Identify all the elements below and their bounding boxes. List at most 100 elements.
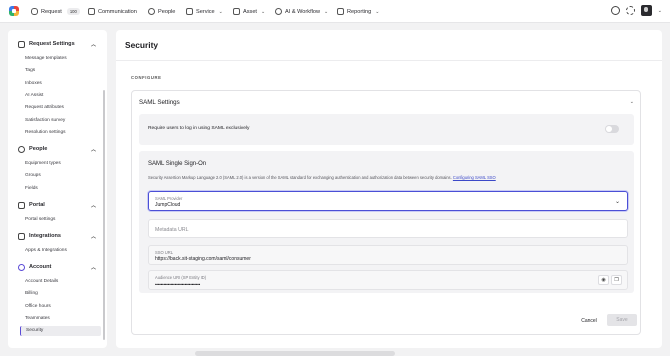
megaphone-icon: [88, 8, 95, 15]
metadata-url-input[interactable]: Metadata URL: [148, 219, 628, 238]
top-right-actions: ⌄: [610, 5, 662, 16]
sidebar-item-office-hours[interactable]: Office hours: [25, 303, 51, 311]
eye-icon[interactable]: ◉: [598, 275, 609, 285]
gear-icon[interactable]: [625, 6, 635, 15]
copy-icon[interactable]: ❐: [611, 275, 622, 285]
nav-service[interactable]: Service ⌄: [186, 0, 223, 23]
chevron-up-icon: ︿: [90, 41, 96, 48]
require-saml-row: Require users to log in using SAML exclu…: [139, 114, 634, 145]
sidebar-item-account-details[interactable]: Account Details: [25, 278, 58, 286]
sidebar-item-message-templates[interactable]: Message templates: [25, 55, 67, 63]
saml-provider-select[interactable]: SAML Provider JumpCloud ⌄: [148, 191, 628, 211]
sidebar-section-account[interactable]: Account ︿: [18, 261, 96, 273]
nav-communication-label: Communication: [98, 8, 137, 15]
sidebar-section-title: Account: [29, 264, 52, 270]
require-saml-label: Require users to log in using SAML exclu…: [148, 126, 250, 131]
chevron-up-icon: ︿: [90, 146, 96, 153]
chevron-down-icon: ⌄: [614, 199, 620, 205]
audience-uri-actions: ◉ ❐: [598, 275, 622, 285]
sidebar-section-people[interactable]: People ︿: [18, 143, 96, 155]
saml-sso-panel: SAML Single Sign-On Security Assertion M…: [139, 151, 634, 293]
cancel-button[interactable]: Cancel: [577, 315, 601, 326]
sidebar-item-ai-assist[interactable]: AI Assist: [25, 92, 43, 100]
gear-icon: [18, 263, 25, 271]
sidebar-item-resolution-settings[interactable]: Resolution settings: [25, 129, 66, 137]
sidebar-section-integrations[interactable]: Integrations ︿: [18, 230, 96, 242]
nav-ai-workflow-label: AI & Workflow: [285, 8, 321, 15]
sidebar-item-security[interactable]: Security: [20, 326, 101, 336]
request-count-badge: 100: [66, 8, 80, 15]
settings-sidebar: Request Settings ︿ Message templates Tag…: [8, 30, 107, 348]
chart-icon: [337, 8, 344, 15]
sidebar-item-request-attributes[interactable]: Request attributes: [25, 104, 64, 112]
sidebar-scrollbar[interactable]: [103, 90, 105, 340]
asset-icon: [233, 8, 240, 15]
audience-uri-field[interactable]: Audience URI (SP Entity ID) ••••••••••••…: [148, 270, 628, 290]
divider: [116, 60, 662, 61]
search-icon[interactable]: [610, 6, 620, 15]
sidebar-item-teammates[interactable]: Teammates: [25, 315, 50, 323]
card-title: SAML Settings: [139, 99, 180, 106]
saml-provider-value: JumpCloud: [155, 202, 181, 208]
sidebar-item-equipment-types[interactable]: Equipment types: [25, 160, 61, 168]
section-label: CONFIGURE: [131, 75, 162, 80]
chevron-down-icon: ⌄: [324, 8, 329, 15]
sidebar-section-title: Portal: [29, 202, 45, 208]
sidebar-section-request-settings[interactable]: Request Settings ︿: [18, 38, 96, 50]
metadata-url-placeholder: Metadata URL: [155, 227, 189, 233]
wand-icon: [275, 8, 282, 15]
sidebar-item-portal-settings[interactable]: Portal settings: [25, 216, 55, 224]
nav-request[interactable]: Request 100: [31, 0, 80, 23]
saml-provider-label: SAML Provider: [155, 196, 183, 201]
chevron-up-icon: ︿: [90, 202, 96, 209]
chevron-up-icon: ︿: [90, 233, 96, 240]
sso-description: Security Assertion Markup Language 2.0 (…: [148, 175, 496, 180]
sidebar-item-inboxes[interactable]: Inboxes: [25, 80, 42, 88]
chevron-up-icon: ︿: [90, 264, 96, 271]
page-title: Security: [125, 40, 159, 50]
nav-ai-workflow[interactable]: AI & Workflow ⌄: [275, 0, 328, 23]
sidebar-section-title: Request Settings: [29, 41, 75, 47]
sidebar-item-groups[interactable]: Groups: [25, 172, 41, 180]
audience-uri-value: ••••••••••••••••••••••••••••••••: [155, 282, 201, 287]
sidebar-item-fields[interactable]: Fields: [25, 185, 38, 193]
sso-url-value: https://back.sit-staging.com/saml/consum…: [155, 256, 251, 262]
chevron-down-icon: ⌄: [261, 8, 266, 15]
nav-communication[interactable]: Communication: [88, 0, 137, 23]
nav-reporting-label: Reporting: [347, 8, 372, 15]
app-logo[interactable]: [9, 6, 19, 16]
nav-service-label: Service: [196, 8, 215, 15]
nav-people[interactable]: People: [148, 0, 175, 23]
sidebar-item-satisfaction-survey[interactable]: Satisfaction survey: [25, 117, 65, 125]
stack-icon: [186, 8, 193, 15]
home-icon: [18, 201, 25, 209]
nav-asset-label: Asset: [243, 8, 257, 15]
sidebar-item-billing[interactable]: Billing: [25, 290, 38, 298]
chevron-down-icon[interactable]: ⌄: [630, 99, 634, 105]
saml-settings-card: SAML Settings ⌄ Require users to log in …: [131, 90, 641, 335]
sso-title: SAML Single Sign-On: [148, 161, 207, 167]
inbox-icon: [31, 8, 38, 15]
sso-description-text: Security Assertion Markup Language 2.0 (…: [148, 175, 452, 180]
chevron-down-icon[interactable]: ⌄: [658, 8, 662, 14]
sso-url-field[interactable]: SSO URL https://back.sit-staging.com/sam…: [148, 245, 628, 265]
nav-reporting[interactable]: Reporting ⌄: [337, 0, 379, 23]
main-content: Security CONFIGURE SAML Settings ⌄ Requi…: [116, 30, 662, 348]
sidebar-item-tags[interactable]: Tags: [25, 67, 35, 75]
save-button[interactable]: Save: [607, 314, 637, 326]
sidebar-section-portal[interactable]: Portal ︿: [18, 199, 96, 211]
person-icon: [148, 8, 155, 15]
person-icon: [18, 145, 25, 153]
horizontal-scrollbar[interactable]: [195, 351, 395, 356]
nav-people-label: People: [158, 8, 176, 15]
require-saml-toggle[interactable]: [605, 125, 619, 133]
configuring-saml-sso-link[interactable]: Configuring SAML SSO: [453, 175, 496, 180]
nav-request-label: Request: [41, 8, 62, 15]
sidebar-item-apps-integrations[interactable]: Apps & Integrations: [25, 247, 67, 255]
inbox-icon: [18, 40, 25, 48]
sso-url-label: SSO URL: [155, 250, 173, 255]
chevron-down-icon: ⌄: [218, 8, 223, 15]
nav-asset[interactable]: Asset ⌄: [233, 0, 265, 23]
grid-icon: [18, 232, 25, 240]
avatar[interactable]: [640, 5, 652, 16]
